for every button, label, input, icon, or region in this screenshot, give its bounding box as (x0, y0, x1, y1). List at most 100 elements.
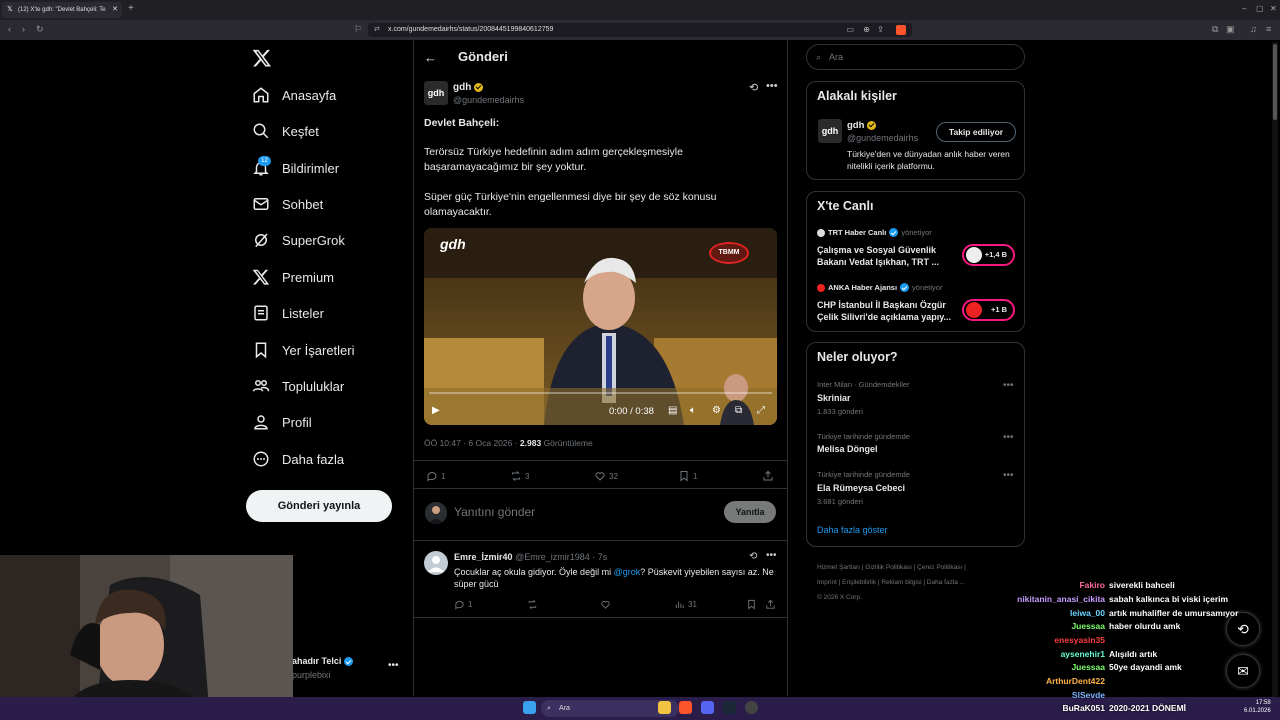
nav-item-label: Yer İşaretleri (282, 342, 355, 358)
trend-name[interactable]: Melisa Döngel (817, 444, 878, 454)
trend-more-icon[interactable]: ••• (1003, 470, 1014, 481)
maximize-icon[interactable]: ▢ (1256, 4, 1264, 13)
live-item-title[interactable]: CHP İstanbul İl Başkanı Özgür Çelik Sili… (817, 299, 962, 323)
volume-icon[interactable]: 🔈︎ (690, 405, 696, 416)
reply-input[interactable]: Yanıtını gönder (454, 505, 535, 519)
nav-item-chat[interactable]: Sohbet (252, 192, 323, 216)
like-action[interactable]: 32 (594, 470, 618, 482)
settings-icon[interactable]: ⚙ (712, 405, 721, 416)
trend-name[interactable]: Ela Rümeysa Cebeci (817, 483, 905, 493)
file-explorer-icon[interactable] (658, 701, 671, 714)
search-input[interactable]: ⌕ Ara (806, 44, 1025, 70)
nav-item-home[interactable]: Anasayfa (252, 83, 336, 107)
nav-item-profile[interactable]: Profil (252, 410, 312, 434)
close-window-icon[interactable]: ✕ (1270, 4, 1277, 13)
share-icon[interactable]: ⇪ (877, 23, 884, 37)
grok-icon[interactable]: ⟲ (749, 81, 758, 94)
page-scrollbar[interactable] (1272, 42, 1278, 697)
related-handle[interactable]: @gundemedairhs (847, 133, 918, 143)
related-avatar[interactable]: gdh (818, 119, 842, 143)
user-avatar[interactable] (425, 502, 447, 524)
author-handle[interactable]: @gundemedairhs (453, 95, 524, 105)
live-item-title[interactable]: Çalışma ve Sosyal Güvenlik Bakanı Vedat … (817, 244, 962, 268)
author-avatar[interactable]: gdh (424, 81, 448, 105)
reader-icon[interactable]: ▭ (846, 23, 854, 37)
comment-reply-action[interactable]: 1 (454, 599, 472, 610)
extensions-icon[interactable]: ⧉ (1212, 24, 1218, 35)
back-icon[interactable]: ‹ (8, 24, 11, 34)
music-icon[interactable]: ♫ (1250, 24, 1257, 34)
url-bar[interactable]: ⇄ x.com/gundemedairhs/status/20084451998… (368, 23, 912, 37)
comment-like-action[interactable] (600, 599, 614, 610)
bookmark-action[interactable]: 1 (678, 470, 697, 482)
reply-button[interactable]: Yanıtla (724, 501, 776, 523)
nav-item-premium[interactable]: Premium (252, 265, 334, 289)
fullscreen-icon[interactable]: ⤢ (757, 405, 765, 416)
scrollbar-thumb[interactable] (1273, 44, 1277, 120)
brave-browser-icon[interactable] (679, 701, 692, 714)
site-info-icon[interactable]: ⇄ (374, 23, 380, 37)
live-listeners-pill[interactable]: +1 B (962, 299, 1015, 321)
brave-shield-icon[interactable] (896, 25, 906, 35)
pip-icon[interactable]: ⧉ (735, 405, 742, 416)
more-icon[interactable]: ••• (766, 550, 777, 561)
share-action[interactable] (762, 470, 777, 482)
mention-link[interactable]: @grok (614, 567, 641, 577)
live-host[interactable]: TRT Haber Canlı yönetiyor (817, 228, 932, 237)
discord-icon[interactable] (701, 701, 714, 714)
obs-icon[interactable] (745, 701, 758, 714)
related-name[interactable]: gdh (847, 120, 877, 131)
chat-message: Fakiro siverekli bahceli (960, 580, 1260, 590)
zoom-icon[interactable]: ⊕ (863, 23, 870, 37)
captions-icon[interactable]: ▤ (668, 405, 677, 416)
menu-icon[interactable]: ≡ (1266, 24, 1271, 34)
comment-bookmark-action[interactable] (746, 599, 760, 610)
browser-tab[interactable]: 𝕏 (12) X'te gdh: "Devlet Bahçeli: Te ✕ (2, 2, 122, 18)
nav-item-lists[interactable]: Listeler (252, 301, 324, 325)
play-icon[interactable]: ▶ (432, 405, 440, 416)
view-count: 2.983 (519, 438, 542, 448)
comment-views-action[interactable]: 31 (674, 599, 697, 610)
wallet-icon[interactable]: ▣ (1226, 24, 1235, 35)
author-name[interactable]: gdh (453, 82, 484, 93)
nav-item-bookmarks[interactable]: Yer İşaretleri (252, 338, 355, 362)
trend-more-icon[interactable]: ••• (1003, 380, 1014, 391)
steam-icon[interactable] (723, 701, 736, 714)
grok-icon[interactable]: ⟲ (749, 551, 757, 562)
search-icon: ⌕ (547, 705, 551, 712)
trend-name[interactable]: Skriniar (817, 393, 851, 403)
back-arrow-icon[interactable]: ← (424, 50, 437, 65)
more-icon[interactable]: ••• (766, 80, 778, 92)
comment-text: Çocuklar aç okula gidiyor. Öyle değil mi… (454, 566, 784, 590)
trend-category: Türkiye tarihinde gündemde (817, 432, 910, 441)
comment-repost-action[interactable] (527, 599, 541, 610)
windows-start-icon[interactable] (523, 701, 536, 714)
video-progress-bar[interactable] (429, 392, 772, 394)
account-name[interactable]: ahadır Telci (292, 656, 354, 667)
live-host[interactable]: ANKA Haber Ajansı yönetiyor (817, 283, 942, 292)
account-more-icon[interactable]: ••• (388, 660, 399, 671)
x-logo-icon[interactable] (252, 48, 272, 68)
comment-avatar[interactable] (424, 551, 448, 575)
new-tab-button[interactable]: + (128, 3, 134, 14)
nav-item-supergrok[interactable]: SuperGrok (252, 228, 345, 252)
nav-item-more[interactable]: Daha fazla (252, 447, 344, 471)
show-more-link[interactable]: Daha fazla göster (817, 525, 888, 535)
footer-line[interactable]: Hizmet Şartları | Gizlilik Politikası | … (817, 560, 1017, 575)
bookmark-page-icon[interactable]: ⚐ (354, 24, 362, 35)
comment-author[interactable]: Emre_İzmir40 @Emre_izmir1984 · 7s (454, 552, 607, 562)
nav-item-communities[interactable]: Topluluklar (252, 374, 344, 398)
nav-item-explore[interactable]: Keşfet (252, 119, 319, 143)
post-button[interactable]: Gönderi yayınla (246, 490, 392, 522)
following-button[interactable]: Takip ediliyor (936, 122, 1016, 142)
tweet-video[interactable]: gdh TBMM (424, 228, 777, 425)
forward-icon[interactable]: › (22, 24, 25, 34)
trend-more-icon[interactable]: ••• (1003, 432, 1014, 443)
minimize-icon[interactable]: – (1242, 4, 1246, 13)
live-listeners-pill[interactable]: +1,4 B (962, 244, 1015, 266)
comment-share-action[interactable] (765, 599, 779, 610)
repost-action[interactable]: 3 (510, 470, 529, 482)
reply-action[interactable]: 1 (426, 470, 445, 482)
close-tab-icon[interactable]: ✕ (112, 2, 118, 18)
reload-icon[interactable]: ↻ (36, 24, 44, 35)
